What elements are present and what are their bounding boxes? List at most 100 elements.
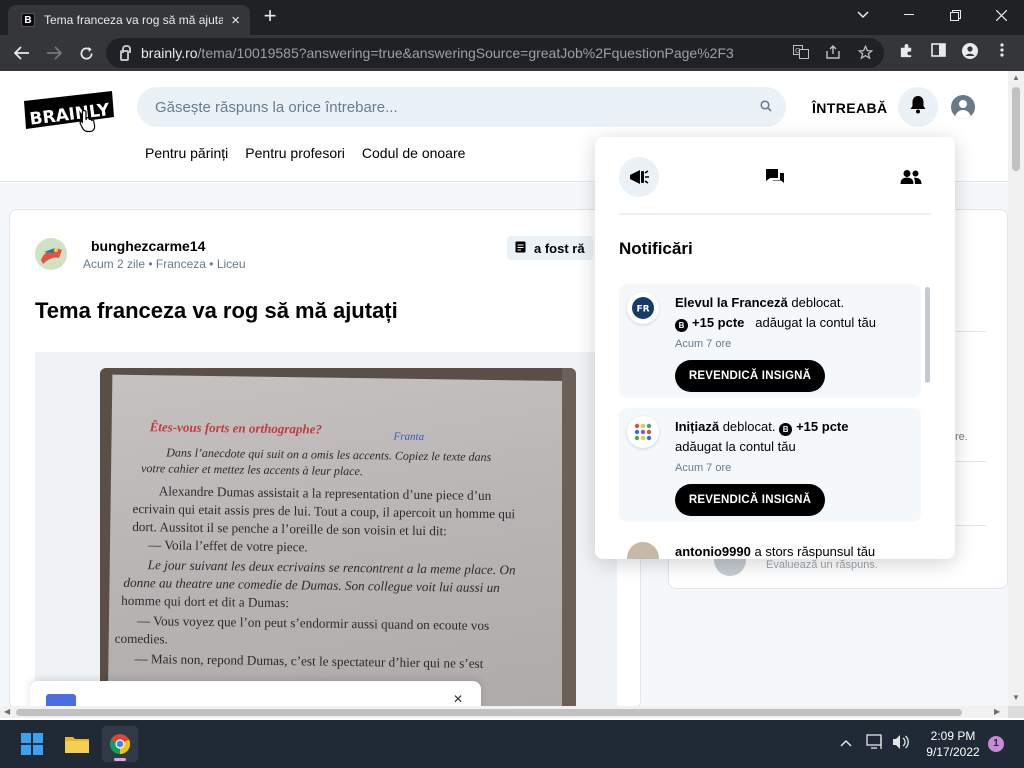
chat-bubbles-icon[interactable] <box>755 157 795 197</box>
question-meta: Acum 2 zile • Franceza • Liceu <box>83 257 246 271</box>
minimize-button[interactable] <box>886 0 932 30</box>
notification-text: antonio9990 a stors răspunsul tău <box>675 544 875 559</box>
translate-icon[interactable]: G <box>792 45 810 62</box>
subnav-honor-code[interactable]: Codul de onoare <box>362 145 466 161</box>
url-path: /tema/10019585?answering=true&answeringS… <box>197 45 734 61</box>
search-placeholder: Găsește răspuns la orice întrebare... <box>155 98 398 116</box>
status-badge: a fost ră <box>507 236 593 260</box>
scroll-right-icon[interactable]: ▶ <box>994 707 1000 716</box>
subnav-parents[interactable]: Pentru părinți <box>145 145 228 161</box>
back-icon[interactable] <box>8 39 36 67</box>
sub-navigation: Pentru părinți Pentru profesori Codul de… <box>145 145 465 161</box>
forward-icon[interactable] <box>40 39 68 67</box>
lock-icon[interactable] <box>120 44 131 61</box>
scroll-down-icon[interactable]: ▼ <box>1012 693 1020 702</box>
asker-username[interactable]: bunghezcarme14 <box>91 238 205 254</box>
windows-start-icon[interactable] <box>14 726 50 762</box>
taskbar: 2:09 PM 9/17/2022 <box>0 720 1024 768</box>
close-window-button[interactable] <box>978 0 1024 30</box>
browser-tab[interactable]: B Tema franceza va rog să mă ajutați × <box>8 5 250 35</box>
photo-line: votre cahier et mettez les accents à leu… <box>140 461 363 479</box>
photo-line: dort. Aussitot il se penche a l’oreille … <box>132 518 447 539</box>
notif-name: Inițiază <box>675 419 720 434</box>
photo-line: comedies. <box>114 630 168 647</box>
chevron-up-icon[interactable] <box>840 734 852 750</box>
page-viewport: BRAINLY Găsește răspuns la orice întreba… <box>0 71 1008 706</box>
search-icon[interactable] <box>760 99 772 112</box>
notification-time: Acum 7 ore <box>675 462 732 474</box>
horizontal-scrollbar[interactable]: ◀ ▶ <box>0 706 1008 718</box>
points-coin-icon: B <box>675 319 688 332</box>
asker-avatar[interactable] <box>35 238 67 270</box>
system-clock[interactable]: 2:09 PM 9/17/2022 <box>920 728 986 760</box>
rate-answer-text[interactable]: Evaluează un răspuns. <box>766 559 878 571</box>
user-avatar[interactable] <box>951 95 975 119</box>
notifications-scrollbar[interactable] <box>925 287 930 383</box>
reload-icon[interactable] <box>72 39 100 67</box>
brainly-logo[interactable]: BRAINLY <box>24 91 114 130</box>
people-icon[interactable] <box>891 157 931 197</box>
notif-points: +15 pcte <box>796 419 849 434</box>
brainly-favicon: B <box>21 13 35 27</box>
menu-icon[interactable] <box>992 43 1012 61</box>
subnav-teachers[interactable]: Pentru profesori <box>245 145 345 161</box>
question-time: Acum 2 zile <box>83 257 146 271</box>
photo-line: Alexandre Dumas assistait a la represent… <box>158 483 492 503</box>
photo-line: — Voila l’effet de votre piece. <box>147 537 308 555</box>
notification-count-badge[interactable]: 1 <box>988 736 1004 752</box>
megaphone-icon[interactable] <box>619 157 659 197</box>
vertical-scrollbar[interactable]: ▲ ▼ <box>1008 71 1024 706</box>
scrollbar-thumb[interactable] <box>1012 87 1020 171</box>
search-field[interactable]: Găsește răspuns la orice întrebare... <box>137 87 786 127</box>
sidepanel-icon[interactable] <box>928 43 948 61</box>
scroll-up-icon[interactable]: ▲ <box>1012 73 1020 82</box>
new-tab-button[interactable]: + <box>258 5 282 29</box>
notif-pre: Elevul la <box>675 295 728 310</box>
notifications-button[interactable] <box>898 87 938 127</box>
notif-post: deblocat. <box>722 419 776 434</box>
active-app-indicator <box>114 758 126 761</box>
user-avatar <box>627 542 659 559</box>
browser-toolbar: brainly.ro/tema/10019585?answering=true&… <box>0 35 1024 71</box>
share-icon[interactable] <box>824 45 842 62</box>
status-badge-label: a fost ră <box>534 240 585 256</box>
photo-line: — Mais non, repond Dumas, c’est le spect… <box>134 651 484 671</box>
address-bar[interactable]: brainly.ro/tema/10019585?answering=true&… <box>106 38 884 68</box>
ask-button[interactable]: ÎNTREABĂ <box>812 100 888 116</box>
banner-close-icon[interactable]: ✕ <box>453 692 463 706</box>
tab-search-icon[interactable] <box>840 0 886 30</box>
notifications-tabs <box>619 157 931 197</box>
photo-edge <box>562 368 576 706</box>
notif-post: deblocat. <box>791 295 845 310</box>
url-host: brainly.ro <box>141 45 198 61</box>
scroll-left-icon[interactable]: ◀ <box>4 707 10 716</box>
scrollbar-thumb[interactable] <box>16 709 962 716</box>
volume-icon[interactable] <box>892 734 910 753</box>
notification-item[interactable]: Inițiază deblocat. B +15 pcte adăugat la … <box>619 408 921 522</box>
photo-line: — Vous voyez que l’on peut s’endormir au… <box>136 613 490 633</box>
colorful-dots-badge-icon <box>627 416 659 448</box>
question-subject[interactable]: Franceza <box>156 257 206 271</box>
question-card: bunghezcarme14 Acum 2 zile • Franceza • … <box>9 209 641 706</box>
banner-icon <box>46 694 76 706</box>
attachment-photo[interactable]: Êtes-vous forts en orthographe? Franta D… <box>100 368 576 706</box>
notif-suffix: adăugat la contul tău <box>675 439 796 454</box>
chrome-icon[interactable] <box>102 726 138 762</box>
profile-icon[interactable] <box>960 43 980 63</box>
photo-heading: Êtes-vous forts en orthographe? <box>149 419 323 437</box>
claim-badge-button[interactable]: REVENDICĂ INSIGNĂ <box>675 484 825 516</box>
points-coin-icon: B <box>779 423 793 436</box>
question-title: Tema franceza va rog să mă ajutați <box>35 298 398 323</box>
svg-text:G: G <box>795 47 800 55</box>
notification-item[interactable]: FR Elevul la Franceză deblocat. B +15 pct… <box>619 284 921 398</box>
claim-badge-button[interactable]: REVENDICĂ INSIGNĂ <box>675 360 825 392</box>
notification-item[interactable]: antonio9990 a stors răspunsul tău <box>619 536 921 559</box>
photo-line: homme qui dort et dit a Dumas: <box>121 592 290 611</box>
extensions-icon[interactable] <box>896 43 916 62</box>
network-icon[interactable] <box>866 734 884 753</box>
french-badge-icon: FR <box>627 292 659 324</box>
tab-close-icon[interactable]: × <box>231 12 240 29</box>
restore-button[interactable] <box>932 0 978 30</box>
bookmark-star-icon[interactable] <box>856 44 874 63</box>
file-explorer-icon[interactable] <box>59 726 95 762</box>
